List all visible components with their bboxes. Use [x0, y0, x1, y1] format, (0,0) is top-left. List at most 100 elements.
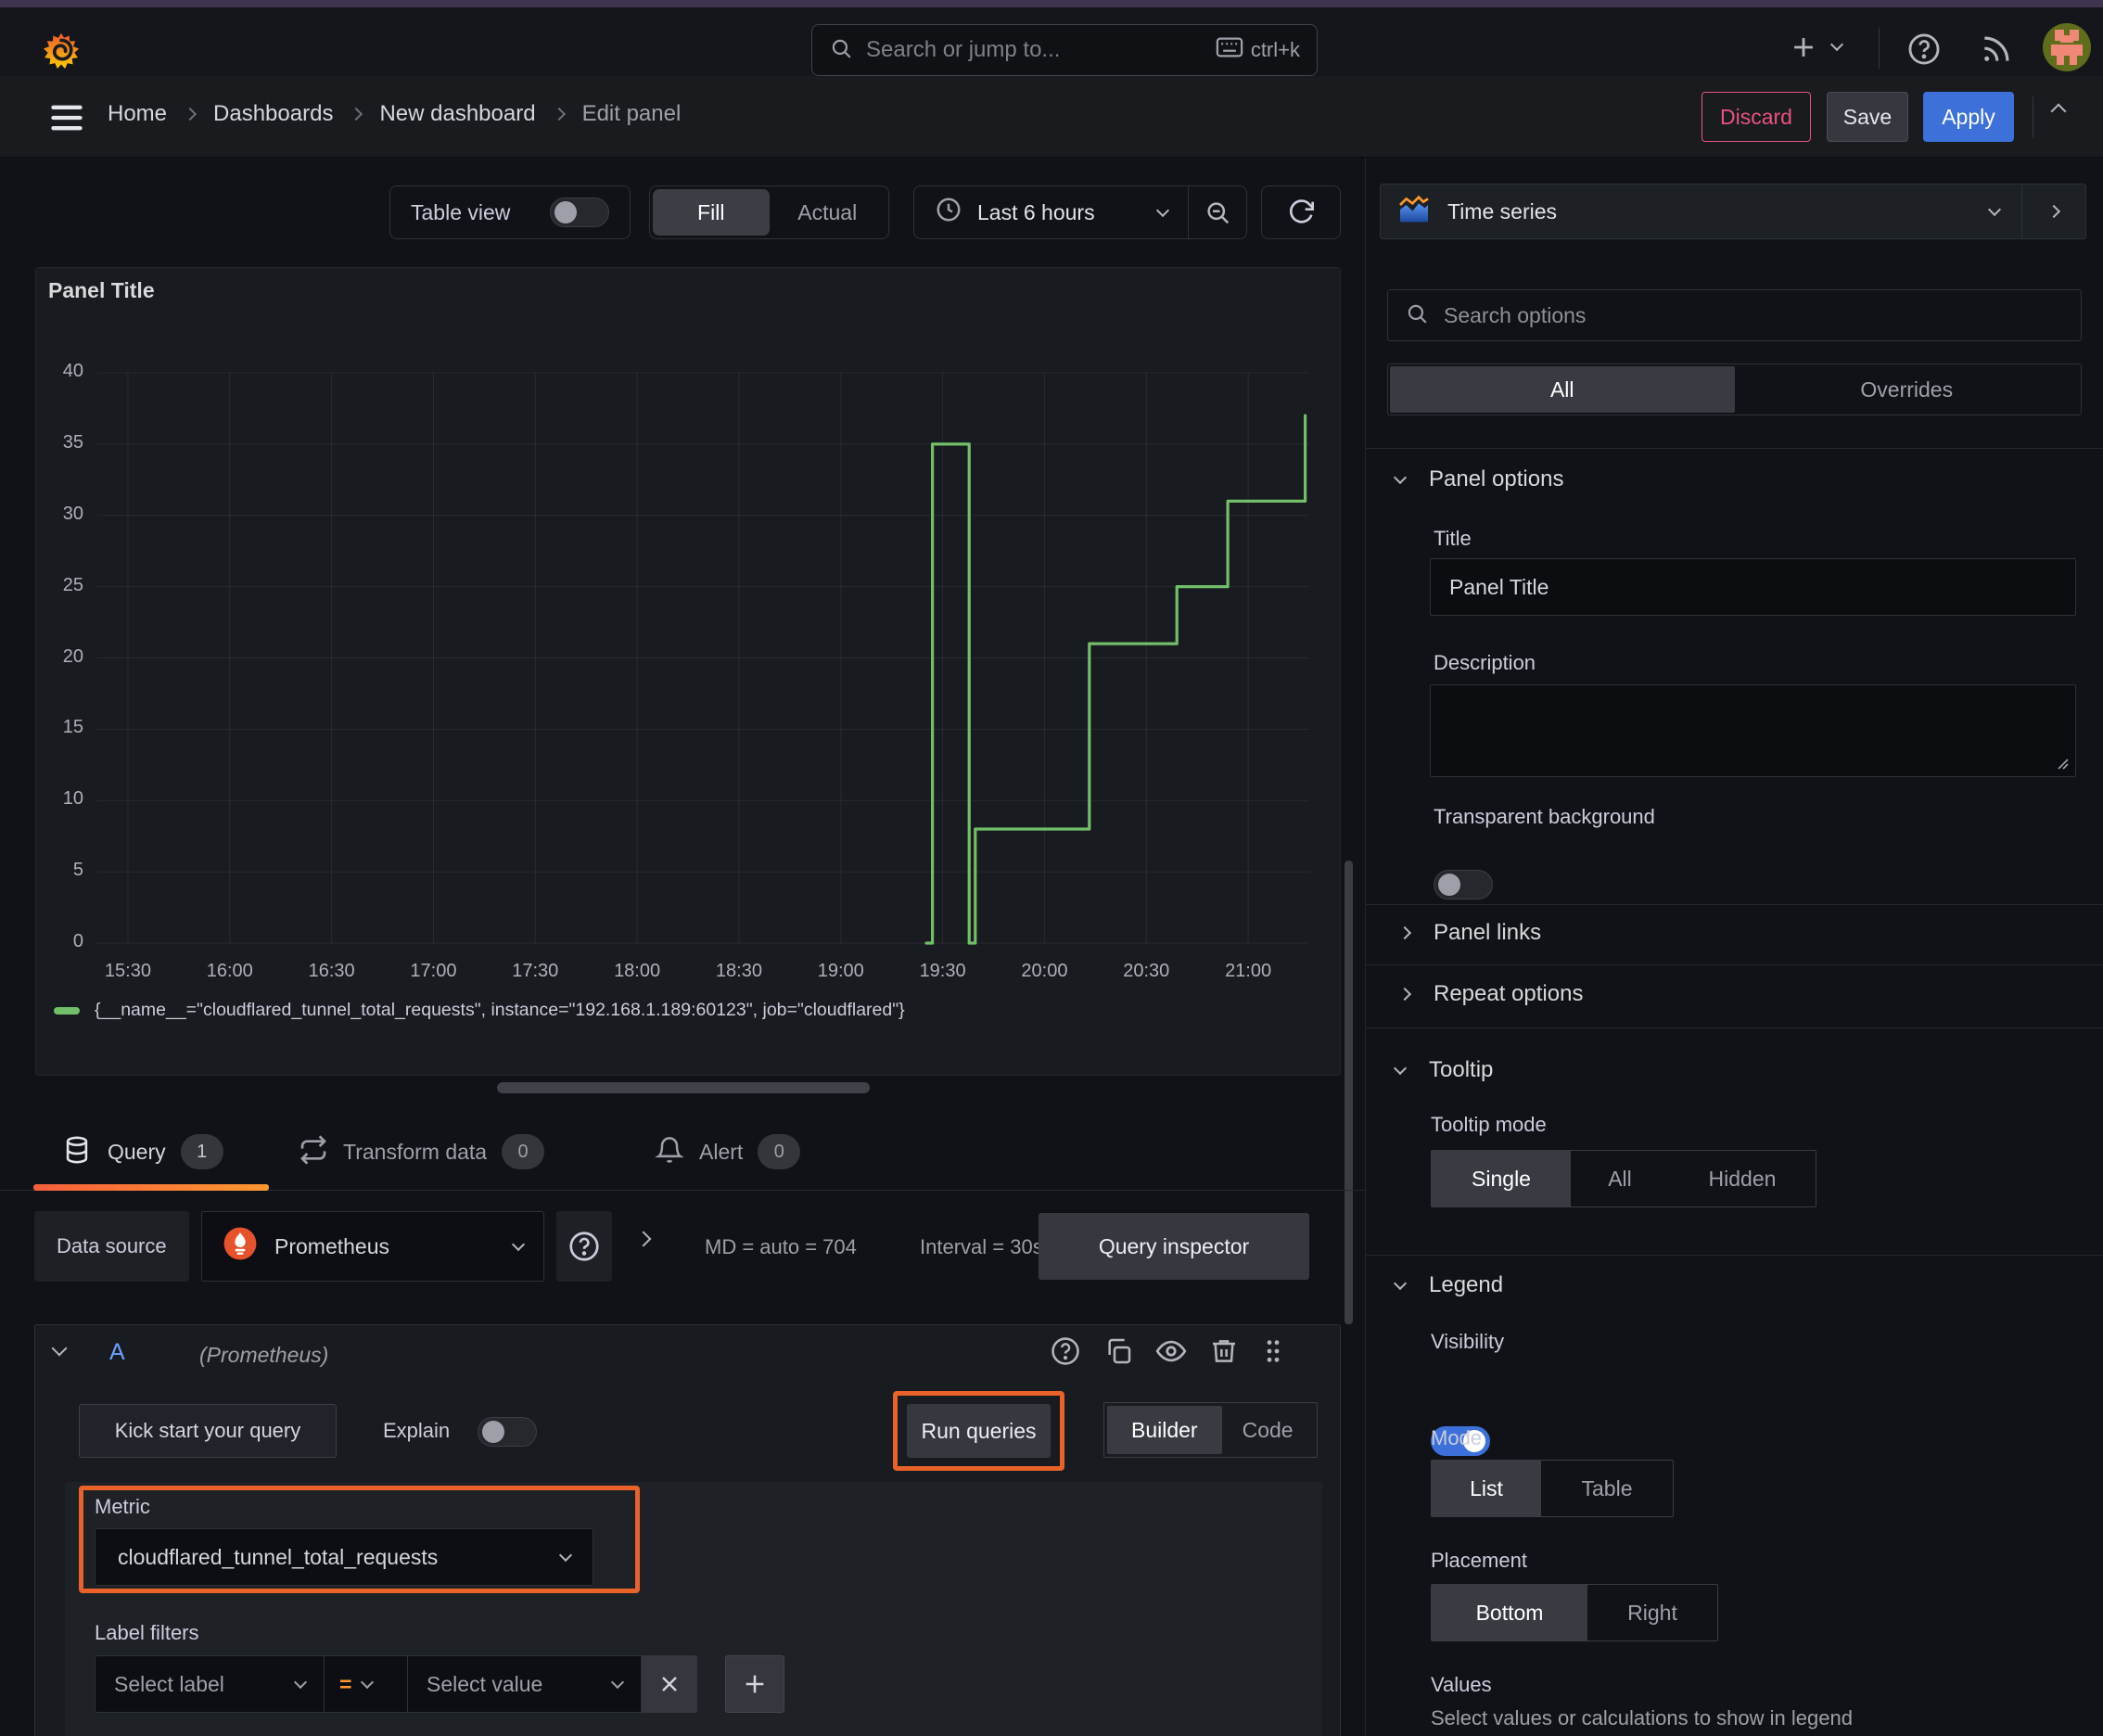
vertical-scrollbar[interactable]: [1345, 861, 1353, 1324]
breadcrumb-bar: Home Dashboards New dashboard Edit panel…: [0, 76, 2103, 158]
panel-title-input[interactable]: [1430, 558, 2076, 616]
y-tick-label: 10: [62, 788, 83, 810]
breadcrumb-dashboards[interactable]: Dashboards: [213, 101, 333, 127]
select-value-dropdown[interactable]: Select value: [408, 1655, 642, 1713]
actual-option[interactable]: Actual: [770, 189, 886, 236]
query-collapse-chevron[interactable]: [51, 1340, 68, 1357]
breadcrumb-home[interactable]: Home: [108, 101, 167, 127]
save-button[interactable]: Save: [1827, 92, 1908, 142]
legend-series-swatch[interactable]: [54, 1006, 80, 1015]
mega-menu-icon[interactable]: [48, 104, 85, 132]
builder-option[interactable]: Builder: [1107, 1406, 1222, 1454]
x-tick-label: 19:00: [817, 961, 864, 981]
legend-series-label[interactable]: {__name__="cloudflared_tunnel_total_requ…: [95, 1000, 905, 1021]
active-tab-underline: [33, 1184, 269, 1191]
apply-button[interactable]: Apply: [1923, 92, 2014, 142]
tooltip-single-option[interactable]: Single: [1432, 1151, 1571, 1206]
repeat-options-header[interactable]: Repeat options: [1397, 981, 1583, 1007]
tab-query[interactable]: Query 1: [61, 1117, 223, 1187]
chevron-down-icon: [558, 1548, 573, 1563]
legend-mode-segment: List Table: [1431, 1460, 1674, 1517]
delete-query-icon[interactable]: [1209, 1336, 1239, 1366]
resize-corner-icon[interactable]: [2055, 756, 2070, 771]
legend-list-option[interactable]: List: [1432, 1461, 1541, 1516]
tab-transform[interactable]: Transform data 0: [299, 1117, 545, 1187]
prometheus-icon: [223, 1226, 258, 1267]
description-textarea[interactable]: [1430, 684, 2076, 777]
remove-filter-button[interactable]: [642, 1655, 697, 1713]
viz-picker-label: Time series: [1447, 198, 1557, 223]
explain-toggle[interactable]: [478, 1417, 537, 1447]
table-view-toggle[interactable]: [550, 198, 609, 227]
transparent-bg-label: Transparent background: [1434, 805, 1655, 828]
window-top-strip: [0, 0, 2103, 7]
collapse-options-button[interactable]: [2022, 185, 2085, 238]
datasource-help-button[interactable]: [556, 1211, 612, 1282]
metric-select[interactable]: cloudflared_tunnel_total_requests: [95, 1528, 593, 1586]
query-inspector-button[interactable]: Query inspector: [1039, 1213, 1309, 1280]
tooltip-header[interactable]: Tooltip: [1393, 1057, 1493, 1083]
help-button[interactable]: [1906, 32, 1942, 67]
toggle-visibility-icon[interactable]: [1155, 1335, 1187, 1367]
transform-icon: [299, 1134, 328, 1169]
legend-header[interactable]: Legend: [1393, 1272, 1503, 1298]
discard-button[interactable]: Discard: [1702, 92, 1811, 142]
x-tick-label: 20:00: [1021, 961, 1068, 981]
tooltip-all-option[interactable]: All: [1571, 1151, 1669, 1206]
refresh-button[interactable]: [1261, 185, 1341, 239]
pane-resize-handle[interactable]: [497, 1082, 870, 1093]
datasource-picker[interactable]: Prometheus: [201, 1211, 544, 1282]
legend-placement-segment: Bottom Right: [1431, 1584, 1718, 1641]
x-tick-label: 17:30: [512, 961, 559, 981]
kick-start-button[interactable]: Kick start your query: [79, 1404, 337, 1458]
search-icon: [829, 36, 853, 65]
time-series-chart[interactable]: [83, 362, 1319, 955]
fill-option[interactable]: Fill: [653, 189, 770, 236]
transparent-bg-toggle[interactable]: [1434, 870, 1493, 900]
news-rss-button[interactable]: [1979, 32, 2014, 67]
breadcrumb-sep-icon: [350, 107, 363, 121]
drag-handle-icon[interactable]: [1261, 1336, 1285, 1366]
tab-all[interactable]: All: [1390, 366, 1735, 413]
search-icon: [1405, 301, 1429, 330]
x-tick-label: 19:30: [919, 961, 966, 981]
options-expand-chevron[interactable]: [635, 1231, 652, 1247]
tab-query-label: Query: [108, 1139, 166, 1164]
x-tick-label: 18:30: [715, 961, 762, 981]
run-queries-button[interactable]: Run queries: [907, 1404, 1051, 1458]
query-ref-id[interactable]: A: [109, 1339, 125, 1366]
placement-bottom-option[interactable]: Bottom: [1432, 1585, 1587, 1640]
panel-options-header[interactable]: Panel options: [1393, 466, 1563, 492]
tab-alert[interactable]: Alert 0: [655, 1117, 801, 1187]
user-avatar[interactable]: [2042, 22, 2092, 72]
code-option[interactable]: Code: [1222, 1406, 1314, 1454]
options-search-input[interactable]: [1442, 301, 2064, 329]
time-range-picker[interactable]: Last 6 hours: [914, 196, 1188, 229]
breadcrumb-new-dashboard[interactable]: New dashboard: [379, 101, 535, 127]
tab-overrides[interactable]: Overrides: [1735, 366, 2080, 413]
visualization-picker[interactable]: Time series: [1380, 184, 2086, 239]
grafana-app: ctrl+k: [0, 0, 2103, 1736]
bell-icon: [655, 1135, 684, 1169]
tooltip-hidden-option[interactable]: Hidden: [1669, 1151, 1816, 1206]
add-filter-button[interactable]: [725, 1655, 784, 1713]
add-menu-button[interactable]: [1788, 32, 1844, 63]
chevron-down-icon: [1155, 203, 1170, 218]
query-help-icon[interactable]: [1050, 1335, 1081, 1367]
metric-label: Metric: [95, 1495, 150, 1518]
grafana-logo-icon[interactable]: [37, 28, 85, 81]
placement-right-option[interactable]: Right: [1587, 1585, 1717, 1640]
legend-table-option[interactable]: Table: [1541, 1461, 1673, 1516]
datasource-label: Data source: [34, 1211, 189, 1282]
duplicate-query-icon[interactable]: [1103, 1336, 1133, 1366]
zoom-out-button[interactable]: [1189, 186, 1246, 238]
search-input[interactable]: [864, 36, 1204, 64]
tooltip-mode-segment: Single All Hidden: [1431, 1150, 1816, 1207]
tab-transform-label: Transform data: [343, 1139, 488, 1164]
breadcrumb-sep-icon: [183, 107, 198, 121]
y-tick-label: 25: [62, 574, 83, 595]
panel-links-header[interactable]: Panel links: [1397, 920, 1541, 946]
select-label-dropdown[interactable]: Select label: [95, 1655, 325, 1713]
operator-dropdown[interactable]: =: [325, 1655, 408, 1713]
collapse-header-button[interactable]: [2050, 103, 2067, 120]
